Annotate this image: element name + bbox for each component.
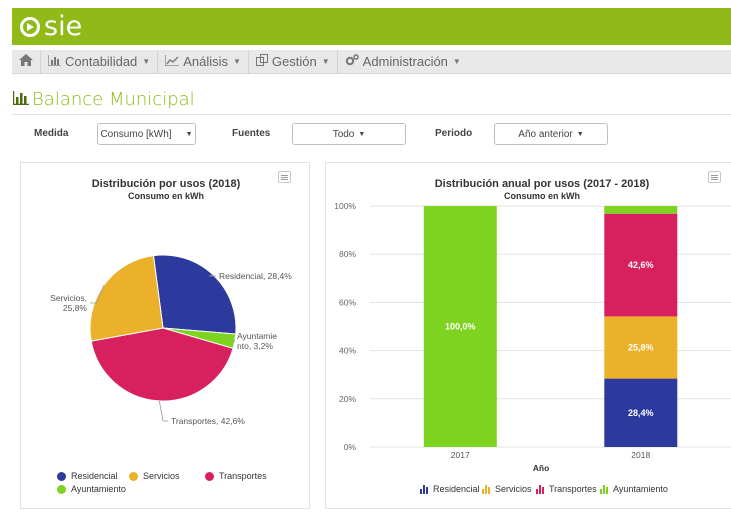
pie-data-label: Residencial, 28,4% xyxy=(219,271,292,281)
bar-swatch-icon xyxy=(482,484,491,494)
periodo-dropdown[interactable]: Año anterior ▼ xyxy=(494,123,608,145)
legend-label: Transportes xyxy=(549,484,597,494)
legend-label: Servicios xyxy=(143,471,180,481)
caret-down-icon: ▼ xyxy=(576,130,584,138)
nav-contabilidad[interactable]: Contabilidad ▼ xyxy=(40,49,157,74)
pie-slice-servicios[interactable] xyxy=(89,255,164,342)
pie-data-label: Transportes, 42,6% xyxy=(171,416,245,426)
pie-swatch-icon xyxy=(57,471,66,481)
nav-analisis-label: Análisis xyxy=(183,54,228,69)
nav-gestion[interactable]: Gestión ▼ xyxy=(247,49,337,74)
bar-chart-title: Distribución anual por usos (2017 - 2018… xyxy=(434,178,650,190)
medida-label: Medida xyxy=(34,128,69,139)
pie-data-label: nto, 3,2% xyxy=(237,341,273,351)
medida-value: Consumo [kWh] xyxy=(100,128,172,140)
pie-chart-subtitle: Consumo en kWh xyxy=(128,191,204,201)
bar-data-label: 25,8% xyxy=(628,343,654,353)
app-logo[interactable]: sie xyxy=(20,13,82,41)
home-icon[interactable] xyxy=(12,54,40,69)
y-tick-label: 60% xyxy=(339,297,356,307)
bar-data-label: 100,0% xyxy=(445,322,476,332)
pie-data-label: Ayuntamie xyxy=(237,331,277,341)
y-tick-label: 20% xyxy=(339,394,356,404)
logo-icon xyxy=(20,17,40,37)
legend-servicios[interactable]: Servicios xyxy=(129,471,180,481)
bar-chart-icon xyxy=(47,54,61,69)
x-axis-label: Año xyxy=(533,463,550,473)
nav-contabilidad-label: Contabilidad xyxy=(65,54,138,69)
fuentes-value: Todo xyxy=(332,128,355,140)
legend-residencial[interactable]: Residencial xyxy=(420,484,480,494)
fuentes-dropdown[interactable]: Todo ▼ xyxy=(292,123,406,145)
legend-transportes[interactable]: Transportes xyxy=(205,471,267,481)
pie-chart-title: Distribución por usos (2018) xyxy=(91,178,241,190)
chevron-down-icon: ▼ xyxy=(452,57,461,66)
x-tick-label: 2017 xyxy=(451,450,470,460)
bar-swatch-icon xyxy=(536,484,545,494)
legend-transportes[interactable]: Transportes xyxy=(536,484,597,494)
brand-name: sie xyxy=(44,11,83,42)
y-tick-label: 100% xyxy=(334,201,356,211)
x-tick-label: 2018 xyxy=(631,450,650,460)
legend-residencial[interactable]: Residencial xyxy=(57,471,118,481)
bar-chart-panel: Distribución anual por usos (2017 - 2018… xyxy=(325,162,731,509)
pie-swatch-icon xyxy=(57,484,66,494)
fuentes-label: Fuentes xyxy=(232,128,271,139)
chevron-down-icon: ▼ xyxy=(321,57,330,66)
bar-swatch-icon xyxy=(420,484,429,494)
top-bar: sie xyxy=(12,8,731,45)
periodo-value: Año anterior xyxy=(518,128,573,140)
pie-slice-residencial[interactable] xyxy=(152,254,237,335)
nav-gestion-label: Gestión xyxy=(271,54,317,69)
legend-label: Residencial xyxy=(71,471,118,481)
stacked-bar-chart: 0% 20% 40% 60% 80% 100% 100,0% 2017 28,4% 25,8% 42… xyxy=(334,201,731,473)
bar-segment-ayuntamiento-2018[interactable] xyxy=(604,206,678,214)
legend-label: Ayuntamiento xyxy=(71,484,126,494)
main-navbar: Contabilidad ▼ Análisis ▼ Gestión ▼ Admi… xyxy=(12,49,731,74)
bar-chart-icon xyxy=(12,90,29,109)
periodo-label: Periodo xyxy=(435,128,473,139)
bar-data-label: 28,4% xyxy=(628,408,654,418)
nav-administracion[interactable]: Administración ▼ xyxy=(336,49,468,74)
pie-swatch-icon xyxy=(205,471,214,481)
y-tick-label: 80% xyxy=(339,249,356,259)
legend-ayuntamiento[interactable]: Ayuntamiento xyxy=(600,484,668,494)
line-chart-icon xyxy=(164,54,180,69)
pie-connector-line xyxy=(158,400,168,422)
pie-data-label: 25,8% xyxy=(63,303,88,313)
page-title: Balance Municipal xyxy=(12,89,195,110)
pie-data-label: Servicios, xyxy=(50,293,87,303)
legend-label: Servicios xyxy=(495,484,532,494)
chevron-down-icon: ▼ xyxy=(233,57,241,66)
page-title-text: Balance Municipal xyxy=(32,89,195,110)
legend-label: Residencial xyxy=(433,484,480,494)
bar-data-label: 42,6% xyxy=(628,260,654,270)
nav-analisis[interactable]: Análisis ▼ xyxy=(157,49,248,74)
legend-servicios[interactable]: Servicios xyxy=(482,484,532,494)
caret-down-icon: ▼ xyxy=(358,130,366,138)
cogs-icon xyxy=(345,54,359,69)
divider xyxy=(12,114,731,115)
legend-label: Transportes xyxy=(219,471,267,481)
legend-ayuntamiento[interactable]: Ayuntamiento xyxy=(57,484,126,494)
pie-swatch-icon xyxy=(129,471,138,481)
clone-icon xyxy=(255,54,268,69)
pie-chart-panel: Distribución por usos (2018) Consumo en … xyxy=(20,162,310,509)
y-tick-label: 40% xyxy=(339,346,356,356)
nav-administracion-label: Administración xyxy=(362,54,448,69)
bar-swatch-icon xyxy=(600,484,609,494)
chevron-down-icon: ▼ xyxy=(142,57,151,66)
legend-label: Ayuntamiento xyxy=(613,484,668,494)
pie-chart: Residencial, 28,4% Ayuntamiento, 3,2% Tran… xyxy=(50,254,292,426)
medida-select[interactable]: Consumo [kWh] ▼ xyxy=(97,123,196,145)
y-tick-label: 0% xyxy=(344,442,357,452)
caret-down-icon: ▼ xyxy=(185,130,193,138)
